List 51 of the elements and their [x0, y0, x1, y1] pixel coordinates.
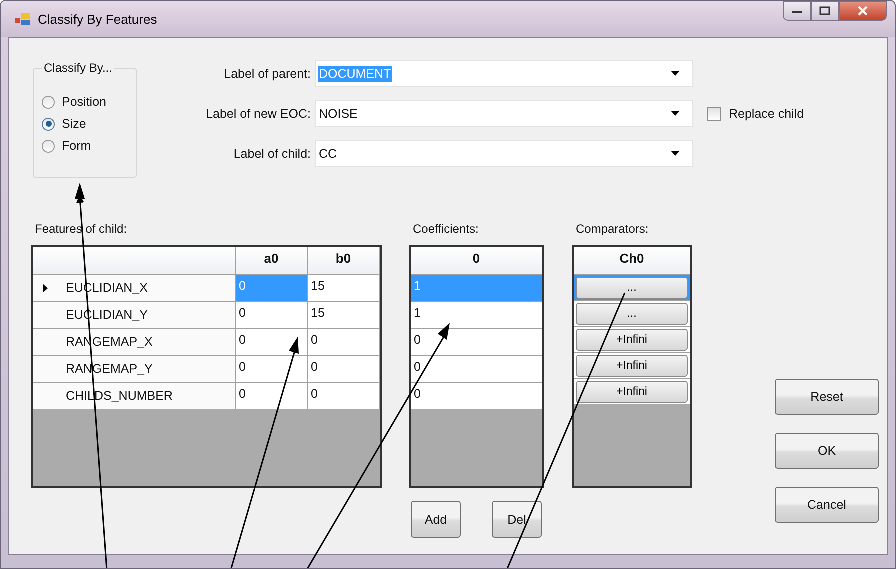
grid-button[interactable]: Add [411, 501, 461, 538]
caret-icon [671, 151, 680, 156]
comparator-button[interactable]: +Infini [576, 329, 688, 351]
dialog-button[interactable]: Reset [775, 379, 879, 415]
dropdown-field[interactable]: CC [315, 140, 693, 167]
table-cell[interactable]: 15 [308, 275, 380, 301]
minimize-icon [791, 8, 803, 14]
comparator-button[interactable]: +Infini [576, 381, 688, 403]
app-icon [15, 12, 31, 26]
maximize-button[interactable] [811, 1, 839, 21]
grid-button[interactable]: Del [492, 501, 542, 538]
table-cell[interactable]: 0 [308, 383, 380, 409]
comparator-button[interactable]: ... [576, 277, 688, 299]
section-label: Comparators: [576, 222, 650, 238]
column-header: Ch0 [574, 247, 690, 274]
radio-option[interactable]: Position [42, 91, 136, 113]
table-cell[interactable]: 0 [411, 383, 542, 409]
caret-icon [671, 71, 680, 76]
dropdown-field[interactable]: NOISE [315, 100, 693, 127]
section-label: Coefficients: [413, 222, 480, 238]
field-label: Label of child: [232, 146, 312, 160]
column-header: 0 [411, 247, 542, 274]
table-cell[interactable]: 0 [236, 302, 308, 328]
table-cell[interactable]: 0 [411, 356, 542, 382]
radio-option[interactable]: Size [42, 113, 136, 135]
table-cell[interactable]: 15 [308, 302, 380, 328]
table-cell[interactable]: 1 [411, 302, 542, 328]
section-label: Features of child: [35, 222, 128, 238]
table-cell[interactable]: 0 [308, 329, 380, 355]
dialog-button[interactable]: OK [775, 433, 879, 469]
field-label: Label of parent: [223, 66, 312, 80]
window-title: Classify By Features [38, 12, 158, 26]
table-cell[interactable]: 0 [236, 329, 308, 355]
dialog-button[interactable]: Cancel [775, 487, 879, 523]
column-header: a0 [236, 247, 308, 274]
table-cell[interactable]: 0 [236, 356, 308, 382]
column-header: b0 [308, 247, 380, 274]
table-cell[interactable]: 0 [236, 383, 308, 409]
table-cell[interactable]: 0 [308, 356, 380, 382]
group-title: Classify By... [42, 61, 114, 75]
close-button[interactable] [839, 1, 887, 21]
replace-child-checkbox[interactable]: Replace child [707, 106, 804, 120]
maximize-icon [819, 6, 831, 16]
radio-option[interactable]: Form [42, 135, 136, 157]
field-label: Label of new EOC: [205, 106, 312, 120]
caret-icon [671, 111, 680, 116]
minimize-button[interactable] [783, 1, 811, 21]
comparator-button[interactable]: +Infini [576, 355, 688, 377]
comparator-button[interactable]: ... [576, 303, 688, 325]
close-icon [857, 6, 869, 16]
table-cell[interactable]: 0 [411, 329, 542, 355]
